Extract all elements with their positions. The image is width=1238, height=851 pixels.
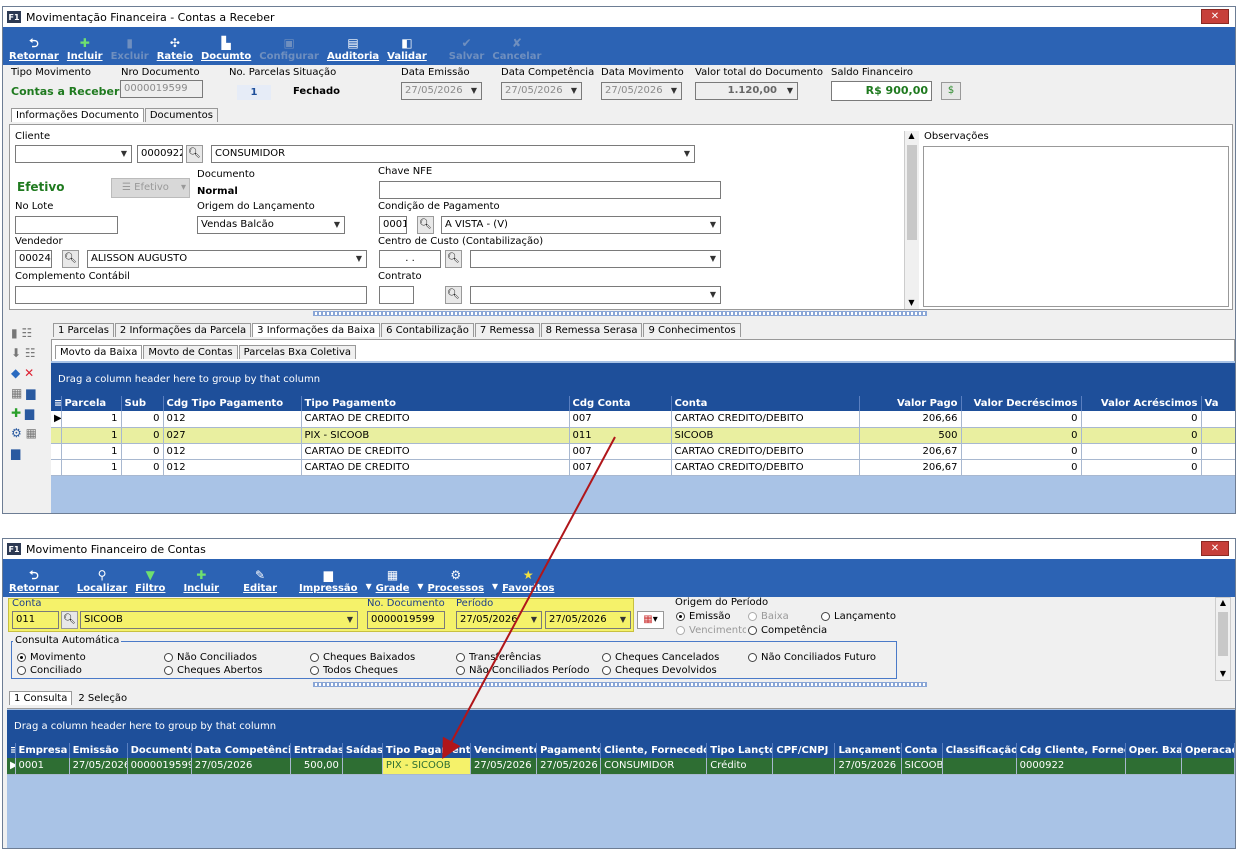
annotation-arrow bbox=[442, 436, 616, 760]
